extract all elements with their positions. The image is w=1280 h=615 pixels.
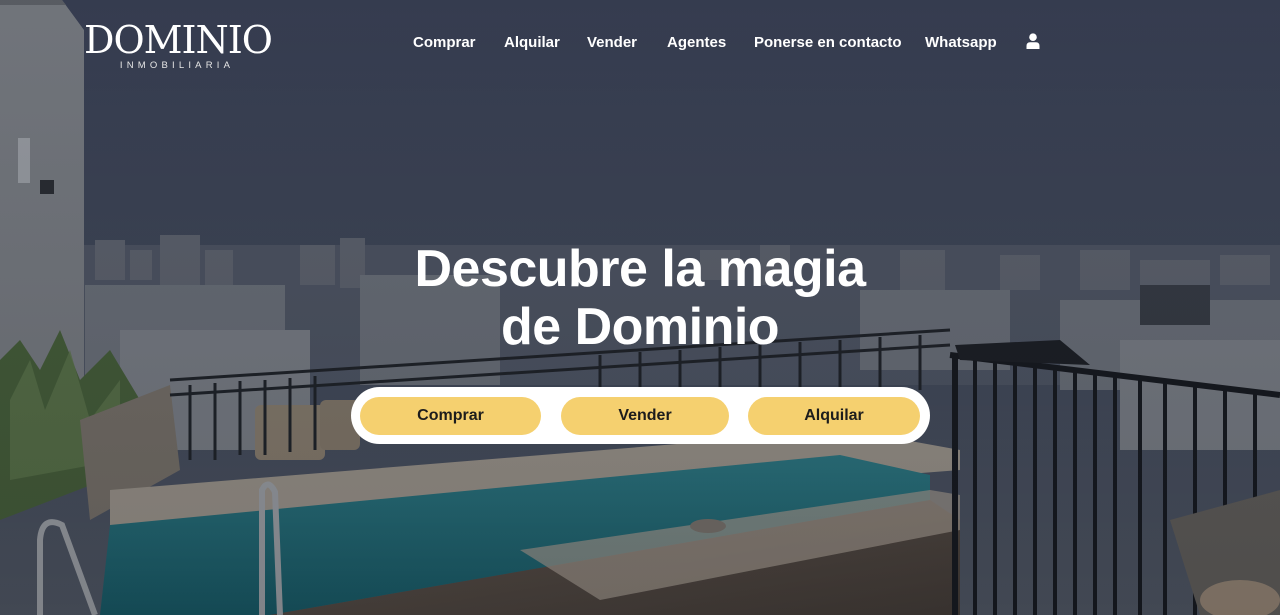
nav-item-comprar[interactable]: Comprar bbox=[413, 34, 476, 51]
hero-headline-line1: Descubre la magia bbox=[414, 240, 866, 298]
brand-logo[interactable]: DOMINIO INMOBILIARIA bbox=[84, 18, 273, 71]
comprar-button[interactable]: Comprar bbox=[360, 397, 541, 435]
vender-button[interactable]: Vender bbox=[561, 397, 729, 435]
hero-action-bar: Comprar Vender Alquilar bbox=[351, 387, 930, 444]
nav-item-vender[interactable]: Vender bbox=[587, 34, 637, 51]
nav-item-whatsapp[interactable]: Whatsapp bbox=[925, 34, 997, 51]
hero-headline-line2: de Dominio bbox=[500, 298, 780, 356]
nav-item-agentes[interactable]: Agentes bbox=[667, 34, 726, 51]
alquilar-button[interactable]: Alquilar bbox=[748, 397, 920, 435]
hero-headline: Descubre la magia de Dominio bbox=[340, 240, 940, 356]
brand-name: DOMINIO bbox=[84, 18, 273, 62]
nav-item-contacto[interactable]: Ponerse en contacto bbox=[754, 34, 902, 51]
user-icon[interactable] bbox=[1026, 33, 1040, 49]
nav-item-alquilar[interactable]: Alquilar bbox=[504, 34, 560, 51]
